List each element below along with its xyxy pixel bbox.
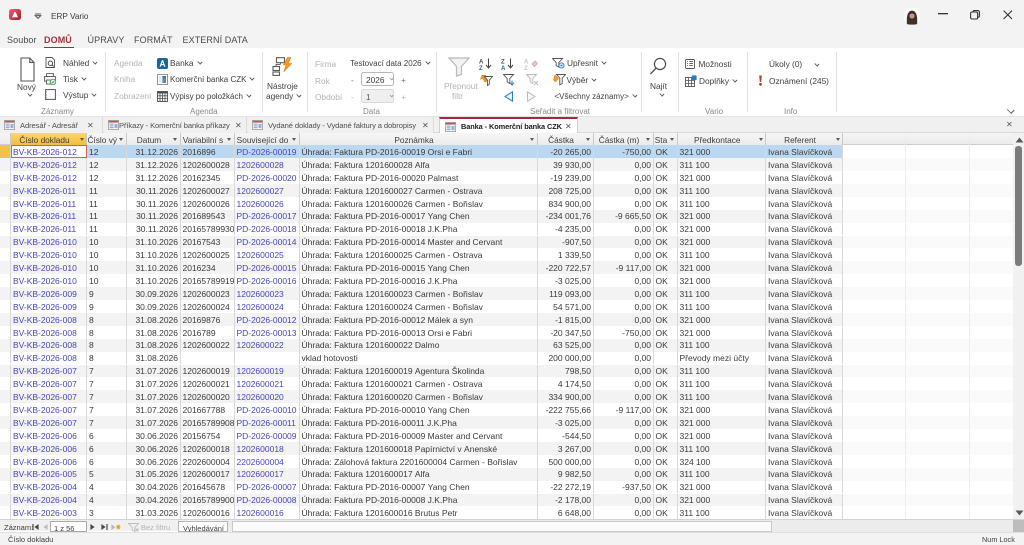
svg-text:Z: Z [479,66,483,70]
svg-text:Z: Z [501,60,505,66]
svg-text:A: A [501,66,506,70]
svg-text:A: A [524,60,529,66]
svg-text:Z: Z [524,66,528,70]
svg-text:A: A [479,60,484,66]
